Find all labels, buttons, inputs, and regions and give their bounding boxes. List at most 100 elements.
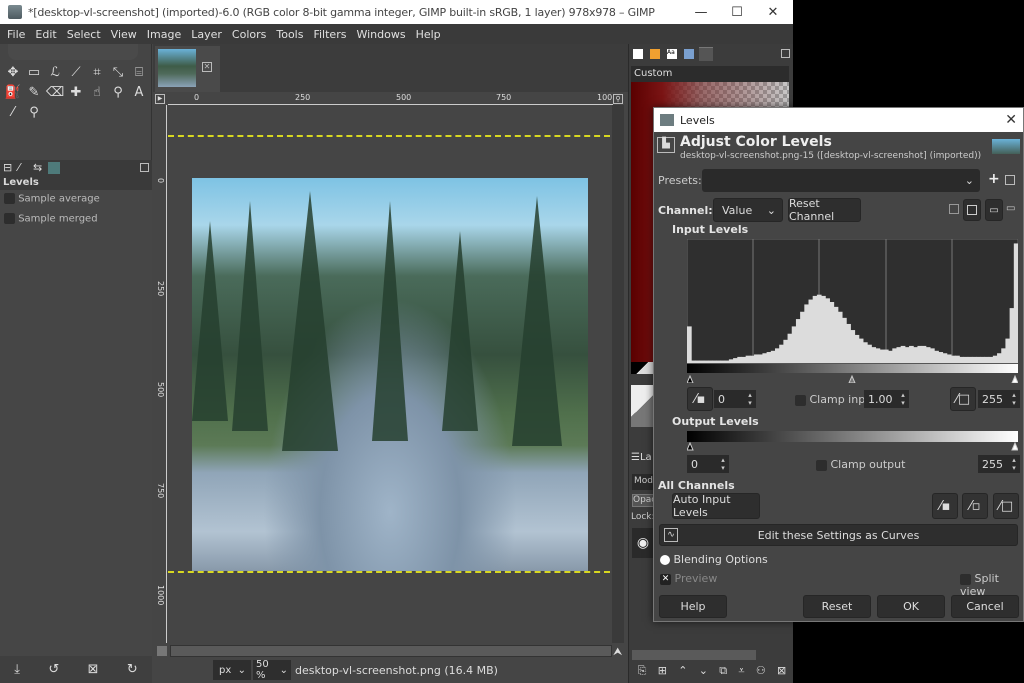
dodge-burn-tool[interactable]: ⚲ [109, 83, 127, 101]
help-button[interactable]: Help [659, 595, 727, 618]
pick-black-button[interactable]: ⁄▪ [932, 493, 958, 519]
undo-history-tab-icon[interactable]: ⇆ [33, 161, 42, 174]
navigate-icon[interactable] [157, 646, 167, 656]
move-tool[interactable]: ✥ [4, 63, 22, 81]
maximize-button[interactable]: ☐ [719, 0, 755, 24]
fuzzy-select-tool[interactable]: ⟋ [67, 63, 85, 81]
delete-layer-icon[interactable]: ⊠ [777, 664, 786, 680]
levels-close-button[interactable]: ✕ [1005, 112, 1017, 128]
unit-select[interactable]: px ⌄ [213, 660, 251, 680]
menu-edit[interactable]: Edit [30, 28, 61, 41]
rect-select-tool[interactable]: ▭ [25, 63, 43, 81]
log-histogram-button[interactable] [963, 199, 981, 221]
quick-mask-toggle-icon[interactable]: ▶ [155, 94, 165, 104]
heal-tool[interactable]: ✚ [67, 83, 85, 101]
pick-gray-button[interactable]: ⁄▫ [962, 493, 988, 519]
histogram-view-button[interactable]: ▭ [985, 199, 1003, 221]
pick-black-point-button[interactable]: ⁄▪ [687, 387, 713, 411]
lower-layer-icon[interactable]: ⌄ [699, 664, 708, 680]
clamp-output-option[interactable]: Clamp output [816, 458, 905, 471]
gamma-handle[interactable] [848, 374, 856, 383]
smudge-tool[interactable]: ☝ [88, 83, 106, 101]
vertical-ruler[interactable]: 0 250 500 750 1000 [153, 105, 167, 643]
warp-transform-tool[interactable]: ⌸ [130, 63, 148, 81]
reset-button[interactable]: Reset [803, 595, 871, 618]
color-picker-tool[interactable]: ⁄ [4, 103, 22, 121]
free-select-tool[interactable]: ℒ [46, 63, 64, 81]
menu-layer[interactable]: Layer [186, 28, 227, 41]
zoom-image-icon[interactable]: ⚲ [613, 94, 623, 104]
eraser-tool[interactable]: ⌫ [46, 83, 64, 101]
pick-white-button[interactable]: ⁄□ [993, 493, 1019, 519]
fonts-tab-icon[interactable]: Aa [667, 49, 677, 59]
auto-input-levels-button[interactable]: Auto Input Levels [672, 493, 760, 519]
image-canvas[interactable] [192, 178, 588, 571]
menu-file[interactable]: File [2, 28, 30, 41]
presets-combo[interactable]: ⌄ [702, 169, 980, 192]
output-view-icon[interactable]: ▭ [1006, 203, 1015, 214]
input-low-field[interactable]: 0 [714, 390, 744, 408]
paintbrush-tool[interactable]: ✎ [25, 83, 43, 101]
add-preset-icon[interactable]: + [988, 171, 1000, 187]
output-high-field[interactable]: 255 [978, 455, 1008, 473]
new-layer-group-icon[interactable]: ⊞ [658, 664, 667, 680]
close-image-tab-icon[interactable]: ✕ [202, 62, 212, 72]
merge-layer-icon[interactable]: ⩡ [738, 664, 744, 680]
channel-select[interactable]: Value ⌄ [713, 198, 783, 222]
zoom-select[interactable]: 50 % ⌄ [253, 659, 291, 681]
duplicate-layer-icon[interactable]: ⧉ [719, 664, 727, 680]
restore-tool-preset-icon[interactable]: ↺ [48, 662, 59, 677]
sample-merged-checkbox[interactable] [4, 212, 15, 224]
white-point-handle[interactable] [1011, 374, 1018, 383]
output-high-spinner[interactable]: ▴ ▾ [1008, 455, 1020, 473]
new-layer-icon[interactable]: ⎘ [638, 664, 647, 680]
gamma-spinner[interactable]: ▴ ▾ [897, 390, 909, 408]
images-tab-icon[interactable] [48, 162, 60, 174]
unified-transform-tool[interactable]: ⤡ [109, 63, 127, 81]
pick-white-point-button[interactable]: ⁄□ [950, 387, 976, 411]
menu-view[interactable]: View [106, 28, 142, 41]
black-point-handle[interactable] [687, 374, 694, 383]
text-tool[interactable]: A [130, 83, 148, 101]
preview-option[interactable]: ✕ Preview [660, 572, 717, 585]
blending-options-expander[interactable]: Blending Options [660, 553, 768, 566]
output-high-handle[interactable] [1011, 441, 1018, 451]
minimize-button[interactable]: — [683, 0, 719, 24]
input-high-spinner[interactable]: ▴ ▾ [1008, 390, 1020, 408]
edit-as-curves-button[interactable]: ∿ Edit these Settings as Curves [659, 524, 1018, 546]
menu-tools[interactable]: Tools [271, 28, 308, 41]
menu-help[interactable]: Help [411, 28, 446, 41]
layer-opacity-slider[interactable]: Opac [632, 494, 656, 507]
input-high-field[interactable]: 255 [978, 390, 1008, 408]
menu-select[interactable]: Select [62, 28, 106, 41]
crop-tool[interactable]: ⌗ [88, 63, 106, 81]
ok-button[interactable]: OK [877, 595, 945, 618]
clamp-output-checkbox[interactable] [816, 459, 827, 471]
add-mask-icon[interactable]: ⚇ [756, 664, 766, 680]
split-view-checkbox[interactable] [960, 573, 971, 585]
reset-tool-options-icon[interactable]: ↻ [127, 662, 138, 677]
clamp-input-checkbox[interactable] [795, 394, 806, 406]
zoom-tool[interactable]: ⚲ [25, 103, 43, 121]
dock-menu-icon[interactable] [140, 163, 149, 172]
preset-menu-icon[interactable] [1005, 175, 1015, 185]
save-tool-preset-icon[interactable]: ⤓ [14, 662, 20, 677]
vertical-scrollbar[interactable] [612, 105, 624, 643]
layers-tab[interactable]: ☰La [631, 452, 652, 463]
tool-options-tab-icon[interactable]: ⊟ [3, 161, 12, 174]
cancel-button[interactable]: Cancel [951, 595, 1019, 618]
reset-channel-button[interactable]: Reset Channel [788, 197, 861, 223]
device-status-tab-icon[interactable]: ⁄ [18, 161, 20, 174]
patterns-tab-icon[interactable] [650, 49, 660, 59]
sample-average-checkbox[interactable] [4, 193, 15, 204]
horizontal-scrollbar[interactable] [170, 645, 612, 657]
brushes-tab-icon[interactable] [633, 49, 643, 59]
output-low-spinner[interactable]: ▴ ▾ [717, 455, 729, 473]
menu-filters[interactable]: Filters [308, 28, 351, 41]
image-tab-thumbnail[interactable] [158, 49, 196, 87]
horizontal-ruler[interactable]: 0 250 500 750 100 [168, 93, 613, 105]
palettes-tab-icon[interactable] [684, 49, 694, 59]
output-low-handle[interactable] [687, 441, 694, 451]
menu-image[interactable]: Image [142, 28, 186, 41]
output-low-field[interactable]: 0 [687, 455, 717, 473]
